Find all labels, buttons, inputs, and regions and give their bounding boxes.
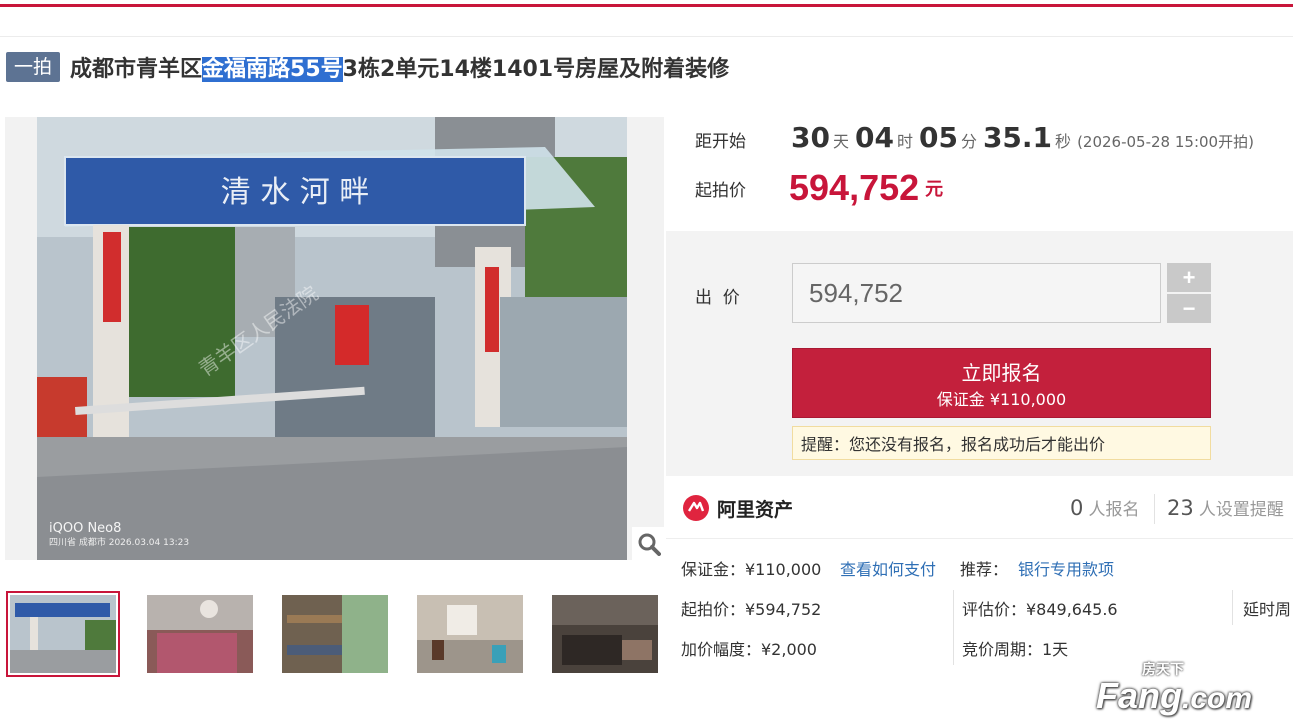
how-to-pay-link[interactable]: 查看如何支付 [840, 556, 936, 580]
decrease-bid-button[interactable]: − [1167, 294, 1211, 323]
reminder-count: 23 [1167, 496, 1194, 520]
increment-detail: 加价幅度：¥2,000 [681, 640, 817, 659]
platform-row: 阿里资产 0 人报名 23 人设置提醒 [666, 478, 1293, 539]
register-button-label: 立即报名 [961, 360, 1042, 385]
countdown-label: 距开始 [695, 132, 746, 152]
recommend-label: 推荐： [960, 560, 1009, 579]
thumbnail-5[interactable] [552, 595, 658, 673]
thumbnail-room-image [552, 595, 658, 673]
bid-panel: 出 价 594,752 + − 立即报名 保证金 ¥110,000 提醒：您还没… [666, 231, 1293, 476]
countdown-seconds: 35.1 [982, 121, 1053, 154]
reminder-label: 人设置提醒 [1198, 500, 1284, 520]
fang-logo-word: Fang [1096, 675, 1182, 716]
stats-divider [1154, 494, 1155, 524]
listing-title-row: 一拍 成都市青羊区金福南路55号3栋2单元14楼1401号房屋及附着装修 [6, 51, 729, 83]
magnifier-icon [638, 533, 661, 556]
thumbnail-1[interactable] [6, 591, 120, 677]
register-deposit-label: 保证金 ¥110,000 [936, 389, 1067, 409]
header-divider [0, 36, 1293, 37]
minutes-unit: 分 [960, 132, 977, 151]
start-price-row: 起拍价 594,752 元 [695, 167, 943, 209]
start-price-value: 594,752 [789, 167, 920, 208]
signup-label: 人报名 [1088, 500, 1140, 520]
bank-funds-link[interactable]: 银行专用款项 [1018, 556, 1114, 580]
title-unit: 3栋2单元14楼1401号房屋及附着装修 [342, 57, 730, 82]
deposit-detail: 保证金：¥110,000 [681, 560, 822, 579]
details-divider-1 [953, 590, 954, 665]
cycle-detail: 竞价周期：1天 [962, 640, 1069, 659]
title-highlighted-address: 金福南路55号 [202, 57, 343, 82]
hours-unit: 时 [896, 132, 913, 151]
delay-detail: 延时周 [1243, 600, 1292, 619]
start-price-detail: 起拍价：¥594,752 [681, 600, 822, 619]
countdown-minutes: 05 [918, 121, 958, 154]
register-reminder: 提醒：您还没有报名，报名成功后才能出价 [792, 426, 1211, 460]
appraisal-detail: 评估价：¥849,645.6 [962, 600, 1118, 619]
top-accent-bar [0, 2, 1293, 7]
photo-gate-scene: 清 水 河 畔 青羊区人民法院 iQOO Neo8 四川省 成都市 2026.0… [5, 117, 664, 560]
thumbnail-2[interactable] [147, 595, 253, 673]
countdown-days: 30 [791, 121, 830, 154]
fang-logo-suffix: .com [1182, 682, 1253, 715]
bid-amount-input[interactable]: 594,752 [792, 263, 1161, 323]
start-price-unit: 元 [925, 179, 944, 200]
seconds-unit: 秒 [1055, 132, 1072, 151]
title-district: 成都市青羊区 [70, 57, 203, 82]
ali-assets-logo-icon [683, 495, 709, 521]
listing-title: 成都市青羊区金福南路55号3栋2单元14楼1401号房屋及附着装修 [70, 51, 729, 83]
thumbnail-bunkbed-image [282, 595, 388, 673]
main-property-photo[interactable]: 清 水 河 畔 青羊区人民法院 iQOO Neo8 四川省 成都市 2026.0… [5, 117, 664, 560]
start-price-label: 起拍价 [695, 180, 746, 201]
days-unit: 天 [832, 132, 849, 151]
thumbnail-4[interactable] [417, 595, 523, 673]
countdown-row: 距开始 30 天 04 时 05 分 35.1 秒 (2026-05-28 15:00开拍) [695, 121, 1254, 154]
fang-watermark-logo: 房天下 Fang.com [1096, 659, 1252, 721]
fang-logo-main: Fang.com [1096, 678, 1253, 721]
auction-round-badge: 一拍 [6, 52, 61, 82]
photo-timestamp: 四川省 成都市 2026.03.04 13:23 [49, 536, 189, 548]
gate-sign-text: 清 水 河 畔 [221, 175, 370, 210]
platform-brand: 阿里资产 [682, 494, 793, 522]
zoom-button[interactable] [632, 527, 665, 560]
platform-name: 阿里资产 [717, 498, 794, 521]
details-divider-2 [1232, 590, 1233, 625]
thumbnail-livingroom-image [417, 595, 523, 673]
start-time-note: (2026-05-28 15:00开拍) [1077, 133, 1254, 151]
signup-stats: 0 人报名 [1070, 495, 1139, 520]
register-button[interactable]: 立即报名 保证金 ¥110,000 [792, 348, 1211, 418]
thumbnail-bedroom-image [147, 595, 253, 673]
camera-label: iQOO Neo8 [49, 521, 121, 536]
auction-info-panel: 距开始 30 天 04 时 05 分 35.1 秒 (2026-05-28 15:00开拍) 起拍… [666, 107, 1293, 229]
thumbnail-gate-image [10, 595, 116, 673]
countdown-hours: 04 [854, 121, 894, 154]
increase-bid-button[interactable]: + [1167, 263, 1211, 292]
bid-label: 出 价 [695, 288, 740, 308]
reminder-stats: 23 人设置提醒 [1167, 495, 1284, 520]
signup-count: 0 [1070, 496, 1084, 520]
thumbnail-3[interactable] [282, 595, 388, 673]
